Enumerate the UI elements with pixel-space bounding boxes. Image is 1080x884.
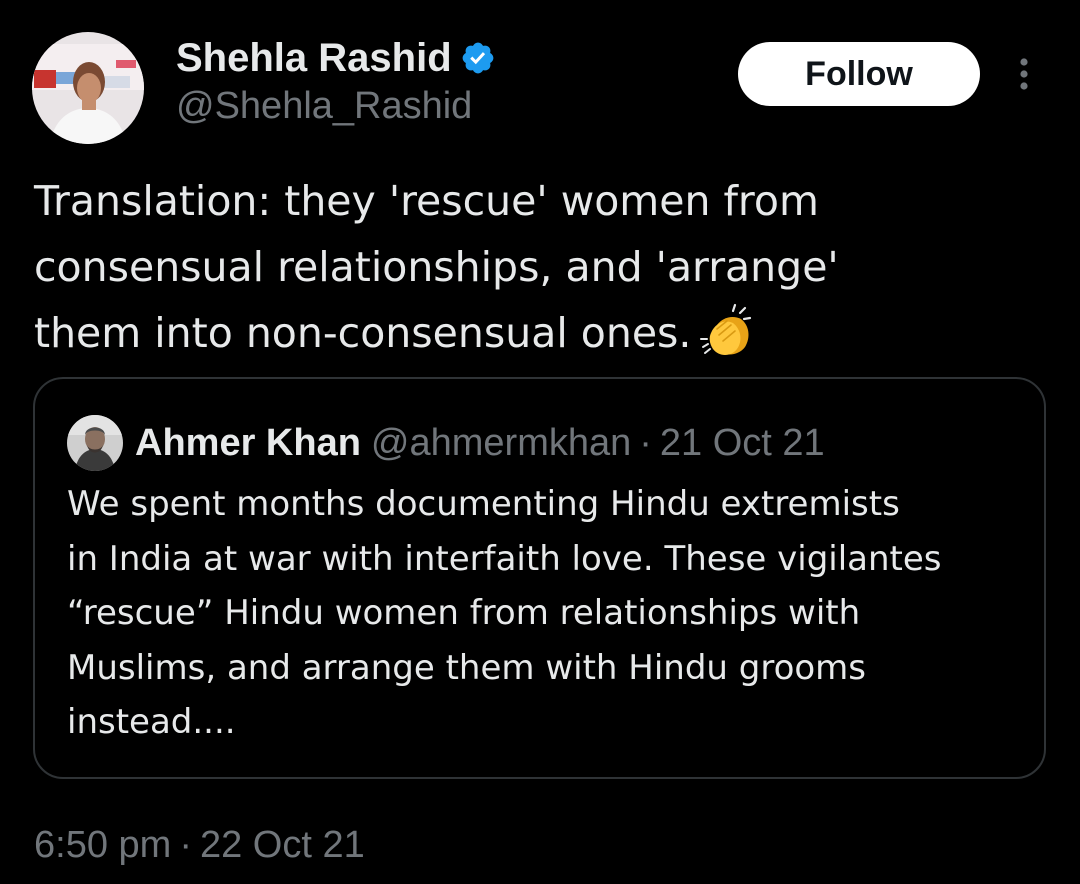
- quoted-author-name[interactable]: Ahmer Khan: [135, 422, 361, 465]
- quoted-author-avatar-image: [67, 415, 123, 471]
- quoted-text-line: Muslims, and arrange them with Hindu gro…: [67, 647, 867, 688]
- quoted-date[interactable]: 21 Oct 21: [660, 422, 825, 465]
- author-avatar-image: [32, 32, 144, 144]
- separator-dot: ·: [639, 421, 652, 464]
- quoted-text-line: instead....: [67, 702, 236, 742]
- quoted-tweet-card[interactable]: Ahmer Khan @ahmermkhan · 21 Oct 21 We sp…: [33, 377, 1046, 779]
- tweet-text-line-content: them into non-consensual ones.: [34, 309, 692, 357]
- quoted-text-line: We spent months documenting Hindu extrem…: [67, 484, 900, 524]
- author-name-row: Shehla Rashid: [176, 36, 496, 80]
- tweet-text-line: them into non-consensual ones.: [34, 300, 1034, 366]
- quoted-text: We spent months documenting Hindu extrem…: [67, 477, 1037, 750]
- clapping-hands-icon: [697, 303, 757, 359]
- quoted-header: Ahmer Khan @ahmermkhan · 21 Oct 21: [135, 415, 825, 471]
- verified-badge-icon[interactable]: [460, 40, 496, 76]
- tweet-timestamp[interactable]: 6:50 pm · 22 Oct 21: [34, 820, 365, 870]
- author-handle[interactable]: @Shehla_Rashid: [176, 84, 472, 128]
- tweet-date: 22 Oct 21: [199, 824, 365, 866]
- quoted-author-handle[interactable]: @ahmermkhan: [371, 422, 631, 465]
- more-options-icon[interactable]: [1010, 56, 1038, 96]
- quoted-text-line: “rescue” Hindu women from relationships …: [67, 593, 861, 633]
- tweet-text-line: Translation: they 'rescue' women from: [34, 177, 819, 225]
- separator-dot: ·: [179, 824, 192, 866]
- tweet-text-line: consensual relationships, and 'arrange': [34, 243, 839, 291]
- author-avatar[interactable]: [32, 32, 144, 144]
- tweet-text: Translation: they 'rescue' women from co…: [34, 168, 1034, 366]
- follow-button[interactable]: Follow: [738, 42, 980, 106]
- quoted-text-line: in India at war with interfaith love. Th…: [67, 538, 942, 579]
- author-name[interactable]: Shehla Rashid: [176, 36, 452, 80]
- tweet-time: 6:50 pm: [34, 824, 172, 866]
- quoted-author-avatar[interactable]: [67, 415, 123, 471]
